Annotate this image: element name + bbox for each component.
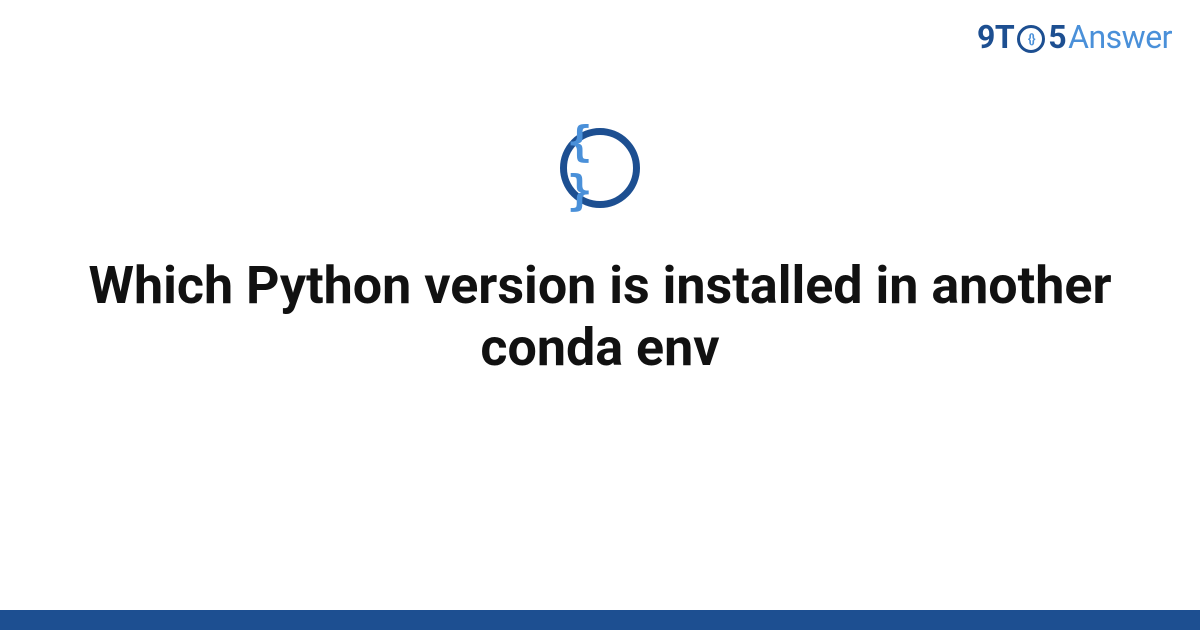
brand-logo: 9T {} 5 Answer — [977, 18, 1172, 56]
logo-text-5: 5 — [1048, 18, 1066, 56]
logo-circle-icon: {} — [1017, 25, 1045, 53]
code-braces-icon: { } — [560, 128, 640, 208]
page-title: Which Python version is installed in ano… — [0, 255, 1200, 380]
logo-circle-inner: {} — [1028, 32, 1035, 47]
logo-text-9t: 9T — [977, 18, 1014, 56]
footer-accent-bar — [0, 610, 1200, 630]
braces-glyph: { } — [567, 117, 633, 215]
logo-text-answer: Answer — [1068, 18, 1172, 56]
